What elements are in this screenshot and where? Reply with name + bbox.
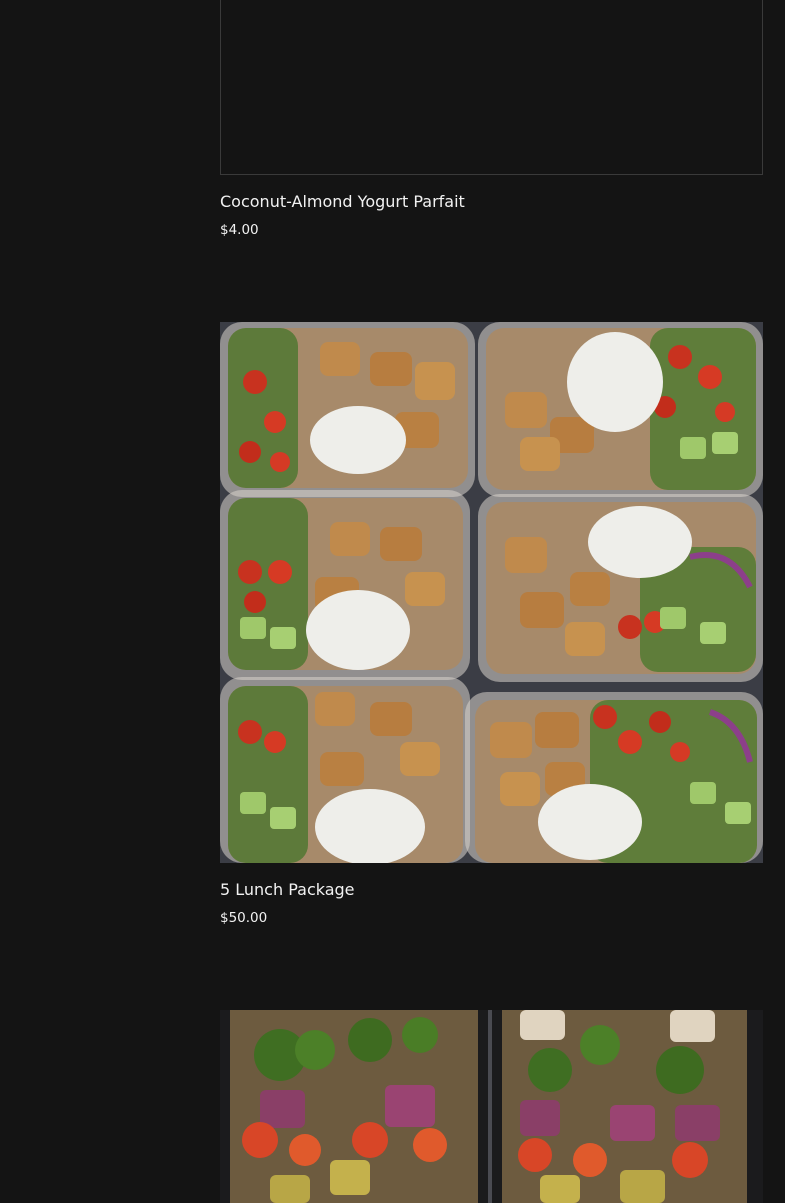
container-bottom-right [465,692,763,863]
product-image[interactable] [220,0,763,175]
product-price: $50.00 [220,910,268,926]
container-top-right [478,322,763,497]
container-top-left [220,322,475,497]
container-middle-left [220,490,470,680]
product-card-yogurt-parfait[interactable]: Coconut-Almond Yogurt Parfait $4.00 [220,0,763,239]
product-name[interactable]: Coconut-Almond Yogurt Parfait [220,192,763,212]
container-right [492,1010,763,1203]
product-card-roasted-vegetables[interactable] [220,1010,763,1203]
roasted-vegetables-photo [220,1010,763,1203]
product-card-lunch-package[interactable]: 5 Lunch Package $50.00 [220,322,763,927]
product-image[interactable] [220,322,763,863]
meal-prep-photo [220,322,763,863]
product-name[interactable]: 5 Lunch Package [220,880,763,900]
product-image[interactable] [220,1010,763,1203]
container-middle-right [478,494,763,682]
product-price: $4.00 [220,222,259,238]
container-left [220,1010,488,1203]
container-bottom-left [220,677,470,863]
